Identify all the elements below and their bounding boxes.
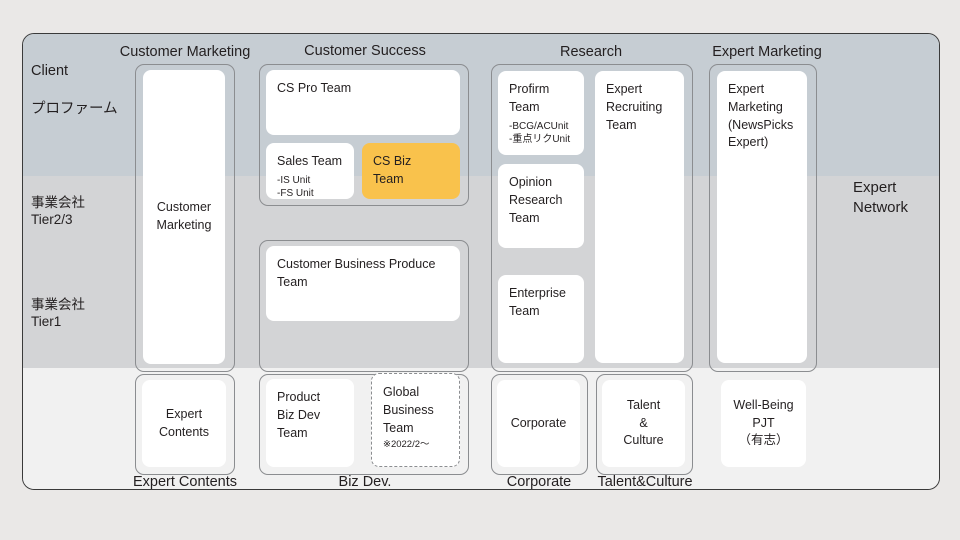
column-caption-research: Research [559, 44, 623, 60]
card-product-biz-dev-team[interactable]: Product Biz Dev Team [266, 379, 354, 467]
card-corporate-title: Corporate [510, 415, 567, 430]
card-expert-contents-title: Expert Contents [158, 406, 210, 439]
org-chart-frame: Client プロファーム 事業会社 Tier2/3 事業会社 Tier1 Cu… [22, 33, 940, 490]
card-enterprise-team-title: Enterprise Team [509, 286, 566, 318]
column-caption-customer-success: Customer Success [304, 43, 426, 59]
card-sales-team-subs: -IS Unit -FS Unit [277, 174, 314, 200]
bottom-caption-talent-culture: Talent&Culture [597, 474, 693, 490]
card-customer-marketing[interactable]: Customer Marketing [143, 70, 225, 364]
card-customer-marketing-title: Customer Marketing [156, 200, 212, 232]
card-profirm-team-subs: -BCG/ACUnit -重点リクUnit [509, 120, 571, 146]
card-enterprise-team[interactable]: Enterprise Team [498, 275, 584, 363]
card-corporate[interactable]: Corporate [497, 380, 580, 467]
card-profirm-team[interactable]: Profirm Team -BCG/ACUnit -重点リクUnit [498, 71, 584, 155]
card-customer-business-produce-team[interactable]: Customer Business Produce Team [266, 246, 460, 321]
row-label-tier1: 事業会社 Tier1 [31, 297, 85, 330]
card-profirm-team-title: Profirm Team [509, 82, 550, 114]
card-well-being-pjt[interactable]: Well-Being PJT （有志） [721, 380, 806, 467]
card-well-being-pjt-title: Well-Being PJT （有志） [733, 397, 794, 448]
bottom-caption-expert-contents: Expert Contents [133, 474, 237, 490]
card-opinion-research-team[interactable]: Opinion Research Team [498, 164, 584, 248]
card-sales-team[interactable]: Sales Team -IS Unit -FS Unit [266, 143, 354, 199]
card-expert-marketing[interactable]: Expert Marketing (NewsPicks Expert) [717, 71, 807, 363]
card-global-business-team-note: ※2022/2〜 [383, 439, 430, 451]
card-cs-pro-team-title: CS Pro Team [277, 81, 352, 95]
card-expert-recruiting-team[interactable]: Expert Recruiting Team [595, 71, 684, 363]
card-talent-culture-title: Talent & Culture [623, 397, 664, 448]
column-caption-expert-marketing: Expert Marketing [712, 44, 822, 60]
row-label-profirm: プロファーム [31, 101, 118, 117]
card-opinion-research-team-title: Opinion Research Team [509, 175, 563, 225]
card-cs-pro-team[interactable]: CS Pro Team [266, 70, 460, 135]
bottom-caption-biz-dev: Biz Dev. [338, 474, 392, 490]
expert-network-label: Expert Network [853, 179, 909, 216]
card-cs-biz-team[interactable]: CS Biz Team [362, 143, 460, 199]
column-caption-customer-marketing: Customer Marketing [119, 44, 251, 60]
card-cs-biz-team-title: CS Biz Team [373, 154, 412, 186]
org-chart-canvas: Client プロファーム 事業会社 Tier2/3 事業会社 Tier1 Cu… [0, 0, 960, 540]
card-expert-recruiting-team-title: Expert Recruiting Team [606, 82, 663, 132]
card-global-business-team[interactable]: Global Business Team ※2022/2〜 [371, 373, 460, 467]
card-global-business-team-title: Global Business Team [383, 385, 434, 435]
card-talent-culture[interactable]: Talent & Culture [602, 380, 685, 467]
card-sales-team-title: Sales Team [277, 154, 343, 168]
card-product-biz-dev-team-title: Product Biz Dev Team [277, 390, 321, 440]
row-label-tier23: 事業会社 Tier2/3 [31, 195, 85, 228]
card-expert-contents[interactable]: Expert Contents [142, 380, 226, 467]
row-label-client: Client [31, 63, 69, 79]
card-expert-marketing-title: Expert Marketing (NewsPicks Expert) [728, 82, 794, 150]
card-customer-business-produce-team-title: Customer Business Produce Team [277, 257, 436, 289]
